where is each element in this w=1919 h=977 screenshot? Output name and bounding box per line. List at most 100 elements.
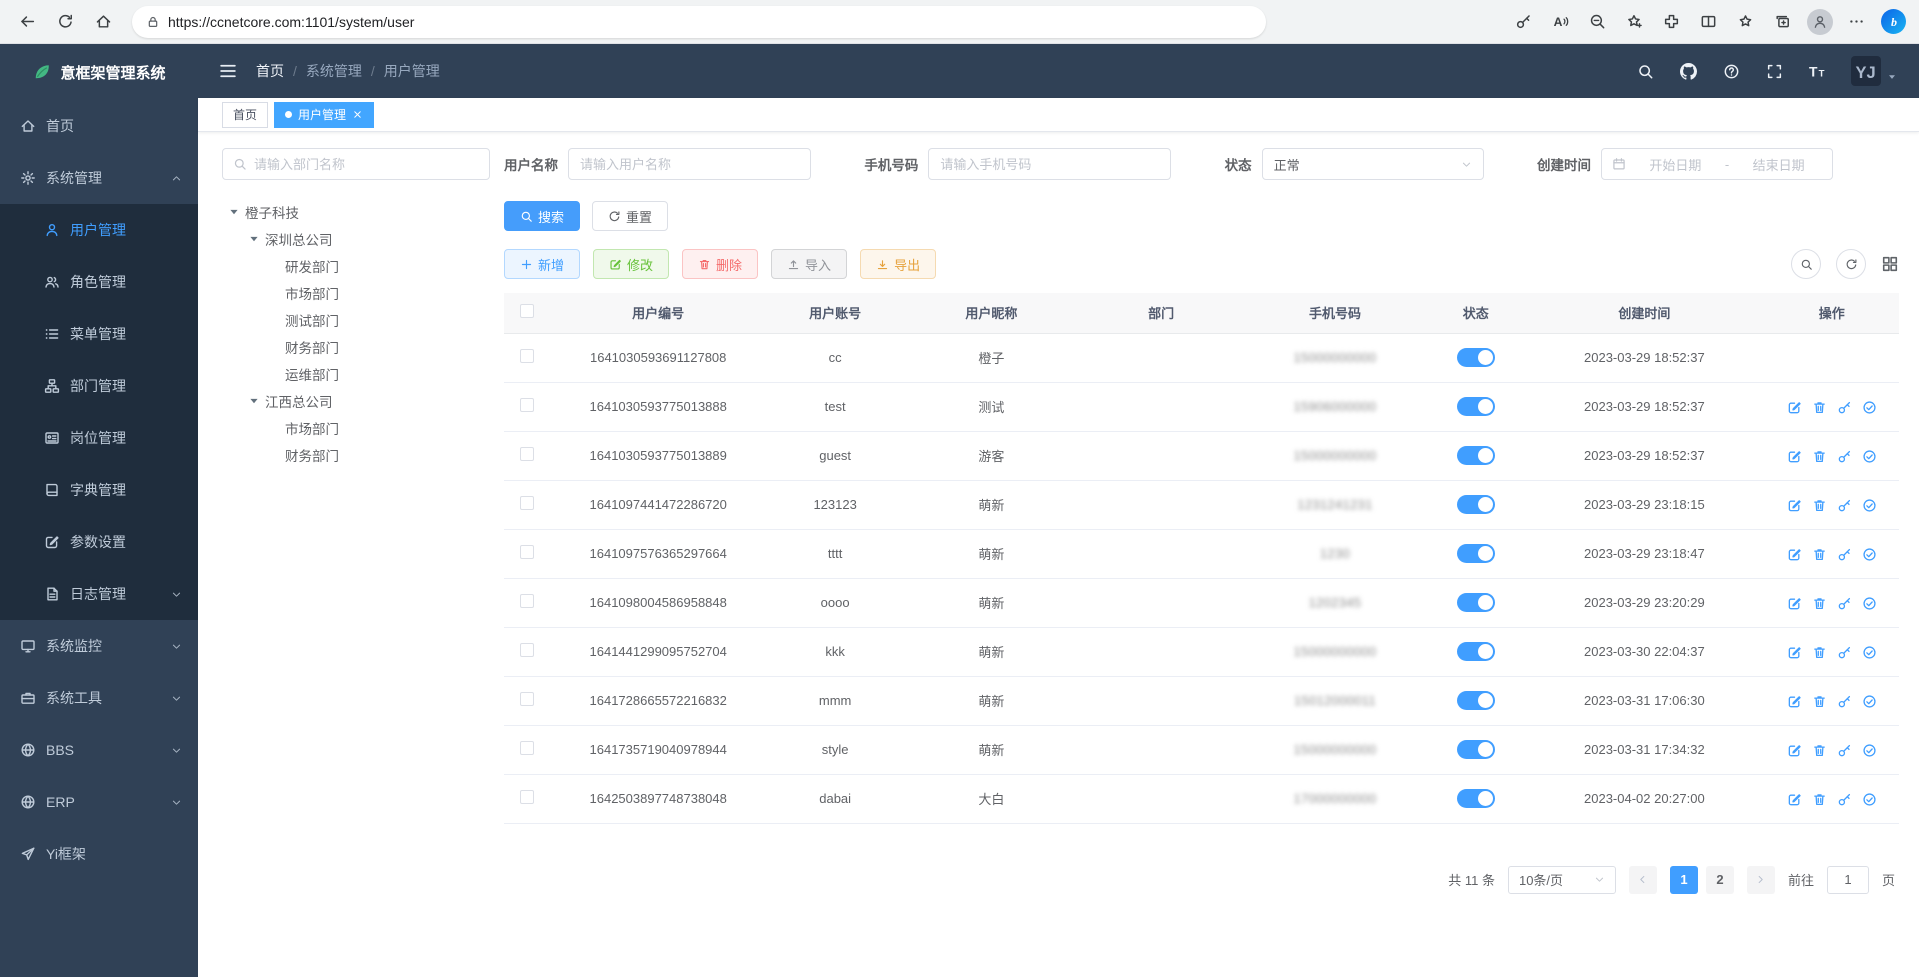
- import-button[interactable]: 导入: [771, 249, 847, 279]
- split-screen-icon[interactable]: [1693, 5, 1724, 39]
- next-page-button[interactable]: [1747, 866, 1775, 894]
- tree-node-7[interactable]: 江西总公司: [222, 387, 490, 414]
- status-toggle[interactable]: [1457, 348, 1495, 367]
- sidebar-item-yiframe[interactable]: Yi框架: [0, 828, 198, 880]
- prev-page-button[interactable]: [1629, 866, 1657, 894]
- edit-row-button[interactable]: [1787, 596, 1802, 611]
- edit-row-button[interactable]: [1787, 645, 1802, 660]
- reset-password-button[interactable]: [1837, 596, 1852, 611]
- edit-row-button[interactable]: [1787, 743, 1802, 758]
- header-search-icon[interactable]: [1636, 62, 1654, 80]
- extensions-icon[interactable]: [1656, 5, 1687, 39]
- edit-row-button[interactable]: [1787, 498, 1802, 513]
- tree-node-6[interactable]: 运维部门: [222, 360, 490, 387]
- close-icon[interactable]: [352, 109, 363, 120]
- breadcrumb-item-2[interactable]: 用户管理: [384, 61, 440, 81]
- browser-back-button[interactable]: [10, 5, 44, 39]
- sidebar-item-dept[interactable]: 部门管理: [0, 360, 198, 412]
- delete-row-button[interactable]: [1812, 743, 1827, 758]
- browser-menu-icon[interactable]: [1841, 5, 1872, 39]
- add-favorite-icon[interactable]: [1619, 5, 1650, 39]
- tab-0[interactable]: 首页: [222, 102, 268, 128]
- delete-row-button[interactable]: [1812, 449, 1827, 464]
- sidebar-item-monitor[interactable]: 系统监控: [0, 620, 198, 672]
- refresh-table-button[interactable]: [1836, 249, 1866, 279]
- browser-home-button[interactable]: [86, 5, 120, 39]
- reset-password-button[interactable]: [1837, 743, 1852, 758]
- delete-row-button[interactable]: [1812, 400, 1827, 415]
- toggle-search-button[interactable]: [1791, 249, 1821, 279]
- sidebar-item-system[interactable]: 系统管理: [0, 152, 198, 204]
- add-button[interactable]: 新增: [504, 249, 580, 279]
- edit-row-button[interactable]: [1787, 694, 1802, 709]
- row-checkbox[interactable]: [520, 692, 534, 706]
- row-checkbox[interactable]: [520, 349, 534, 363]
- status-toggle[interactable]: [1457, 397, 1495, 416]
- page-size-select[interactable]: 10条/页: [1508, 866, 1616, 894]
- sidebar-item-log[interactable]: 日志管理: [0, 568, 198, 620]
- sidebar-item-bbs[interactable]: BBS: [0, 724, 198, 776]
- sidebar-toggle-button[interactable]: [218, 61, 238, 81]
- breadcrumb-item-0[interactable]: 首页: [256, 61, 284, 81]
- delete-row-button[interactable]: [1812, 694, 1827, 709]
- delete-row-button[interactable]: [1812, 498, 1827, 513]
- row-checkbox[interactable]: [520, 741, 534, 755]
- tree-node-5[interactable]: 财务部门: [222, 333, 490, 360]
- status-toggle[interactable]: [1457, 495, 1495, 514]
- assign-role-button[interactable]: [1862, 596, 1877, 611]
- delete-row-button[interactable]: [1812, 792, 1827, 807]
- delete-row-button[interactable]: [1812, 547, 1827, 562]
- sidebar-item-post[interactable]: 岗位管理: [0, 412, 198, 464]
- copilot-icon[interactable]: b: [1878, 5, 1909, 39]
- sidebar-item-role[interactable]: 角色管理: [0, 256, 198, 308]
- caret-down-icon[interactable]: [248, 233, 260, 245]
- sidebar-item-user[interactable]: 用户管理: [0, 204, 198, 256]
- reset-password-button[interactable]: [1837, 498, 1852, 513]
- edit-row-button[interactable]: [1787, 792, 1802, 807]
- collections-icon[interactable]: [1767, 5, 1798, 39]
- status-select[interactable]: 正常: [1262, 148, 1484, 180]
- column-settings-icon[interactable]: [1881, 255, 1899, 273]
- address-bar[interactable]: https://ccnetcore.com:1101/system/user: [132, 6, 1266, 38]
- sidebar-item-tool[interactable]: 系统工具: [0, 672, 198, 724]
- app-logo[interactable]: 意框架管理系统: [0, 44, 198, 100]
- row-checkbox[interactable]: [520, 545, 534, 559]
- reset-button[interactable]: 重置: [592, 201, 668, 231]
- reset-password-button[interactable]: [1837, 400, 1852, 415]
- password-key-icon[interactable]: [1508, 5, 1539, 39]
- delete-row-button[interactable]: [1812, 596, 1827, 611]
- sidebar-item-menu[interactable]: 菜单管理: [0, 308, 198, 360]
- status-toggle[interactable]: [1457, 593, 1495, 612]
- tree-node-4[interactable]: 测试部门: [222, 306, 490, 333]
- caret-down-icon[interactable]: [248, 395, 260, 407]
- assign-role-button[interactable]: [1862, 694, 1877, 709]
- reset-password-button[interactable]: [1837, 694, 1852, 709]
- read-aloud-icon[interactable]: A: [1545, 5, 1576, 39]
- status-toggle[interactable]: [1457, 740, 1495, 759]
- status-toggle[interactable]: [1457, 642, 1495, 661]
- row-checkbox[interactable]: [520, 447, 534, 461]
- tree-node-8[interactable]: 市场部门: [222, 414, 490, 441]
- row-checkbox[interactable]: [520, 790, 534, 804]
- username-input[interactable]: [568, 148, 811, 180]
- delete-button[interactable]: 删除: [682, 249, 758, 279]
- status-toggle[interactable]: [1457, 691, 1495, 710]
- help-icon[interactable]: [1722, 62, 1740, 80]
- tree-node-3[interactable]: 市场部门: [222, 279, 490, 306]
- assign-role-button[interactable]: [1862, 792, 1877, 807]
- department-search-input[interactable]: [254, 157, 479, 172]
- tree-node-9[interactable]: 财务部门: [222, 441, 490, 468]
- page-button-2[interactable]: 2: [1706, 866, 1734, 894]
- assign-role-button[interactable]: [1862, 743, 1877, 758]
- delete-row-button[interactable]: [1812, 645, 1827, 660]
- edit-row-button[interactable]: [1787, 547, 1802, 562]
- status-toggle[interactable]: [1457, 446, 1495, 465]
- sidebar-item-dict[interactable]: 字典管理: [0, 464, 198, 516]
- github-icon[interactable]: [1679, 62, 1697, 80]
- row-checkbox[interactable]: [520, 594, 534, 608]
- reset-password-button[interactable]: [1837, 547, 1852, 562]
- sidebar-item-home[interactable]: 首页: [0, 100, 198, 152]
- user-avatar[interactable]: YJ: [1851, 56, 1897, 86]
- reset-password-button[interactable]: [1837, 792, 1852, 807]
- sidebar-item-config[interactable]: 参数设置: [0, 516, 198, 568]
